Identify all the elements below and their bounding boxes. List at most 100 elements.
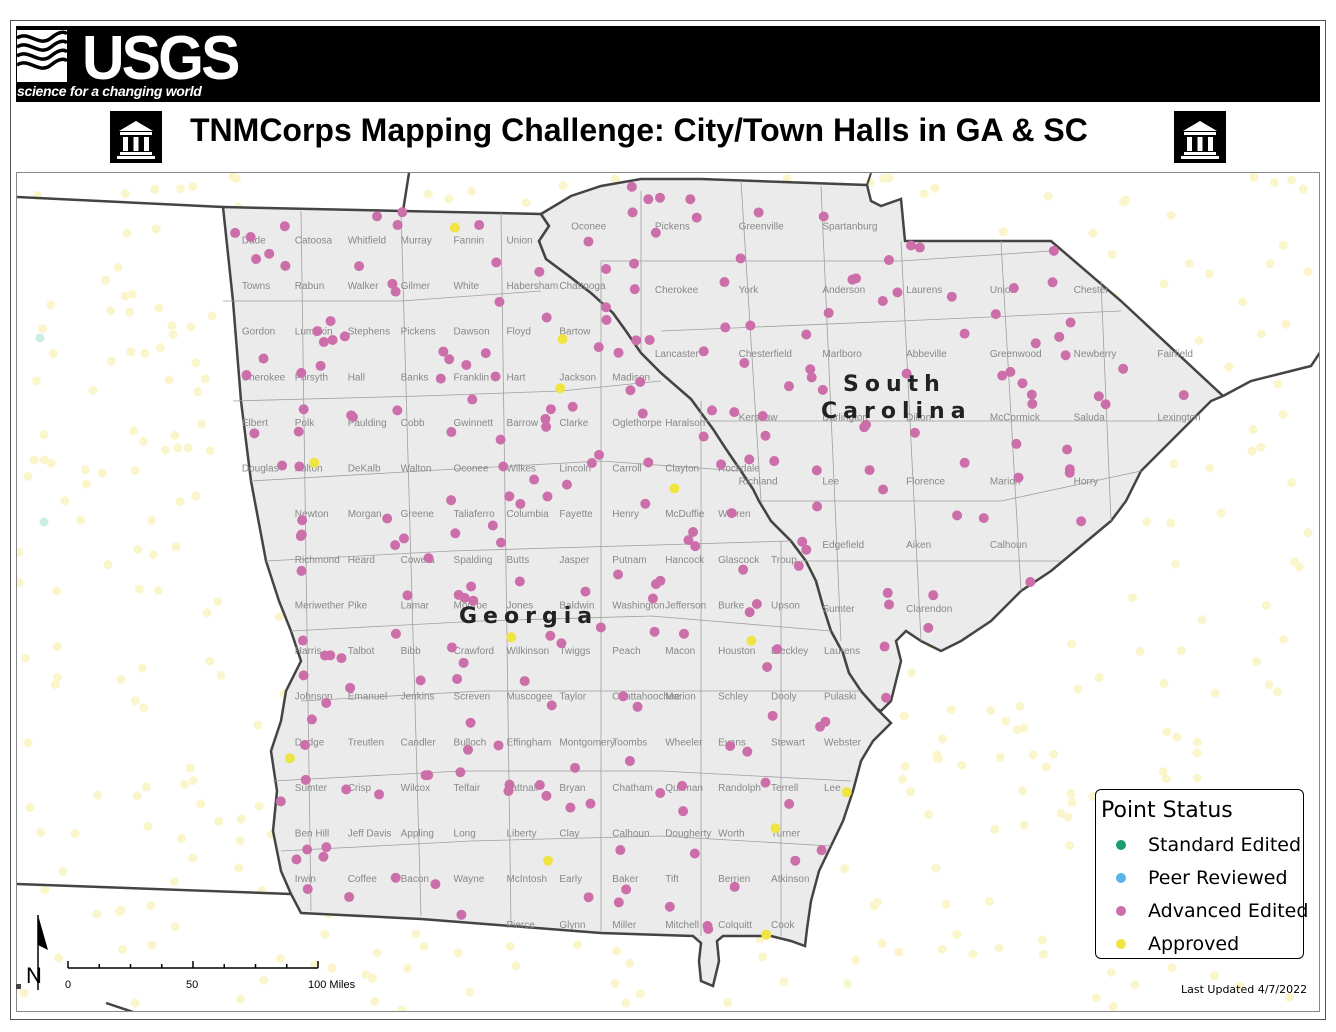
advanced-edited-point (415, 675, 426, 686)
faded-point (938, 734, 948, 744)
faded-point (1019, 820, 1029, 830)
advanced-edited-point (767, 710, 778, 721)
faded-point (397, 1005, 407, 1011)
faded-point (76, 515, 86, 525)
faded-point (120, 189, 130, 199)
advanced-edited-point (757, 410, 768, 421)
faded-point (100, 275, 110, 285)
faded-point (923, 810, 933, 820)
faded-point (467, 186, 477, 196)
advanced-edited-point (726, 508, 737, 519)
advanced-edited-point (1025, 577, 1036, 588)
faded-point (1012, 725, 1022, 735)
advanced-edited-point (529, 474, 540, 485)
advanced-edited-point (390, 872, 401, 883)
faded-point (1135, 647, 1145, 657)
advanced-edited-point (811, 465, 822, 476)
advanced-edited-point (541, 312, 552, 323)
advanced-edited-point (397, 207, 408, 218)
faded-point (183, 443, 193, 453)
advanced-edited-point (586, 458, 597, 469)
faded-point (370, 996, 380, 1006)
advanced-edited-point (594, 449, 605, 460)
advanced-edited-point (302, 884, 313, 895)
advanced-edited-point (455, 767, 466, 778)
faded-point (17, 547, 24, 557)
faded-point (932, 750, 942, 760)
approved-point (761, 929, 772, 940)
county-label: Schley (718, 692, 748, 703)
usgs-logo[interactable]: USGS science for a changing world (16, 28, 240, 100)
faded-point (1067, 797, 1077, 807)
county-label: Saluda (1074, 413, 1106, 424)
advanced-edited-point (390, 540, 401, 551)
advanced-edited-point (625, 385, 636, 396)
county-label: Terrell (771, 783, 798, 794)
advanced-edited-point (504, 491, 515, 502)
faded-point (1063, 812, 1073, 822)
faded-point (1287, 175, 1297, 185)
advanced-edited-point (877, 295, 888, 306)
advanced-edited-point (534, 780, 545, 791)
faded-point (213, 597, 223, 607)
advanced-edited-point (600, 302, 611, 313)
county-label: Calhoun (612, 829, 649, 840)
advanced-edited-point (565, 802, 576, 813)
advanced-edited-point (318, 336, 329, 347)
advanced-edited-point (1064, 467, 1075, 478)
advanced-edited-point (745, 320, 756, 331)
faded-point (990, 824, 1000, 834)
faded-point (919, 189, 929, 199)
faded-point (906, 787, 916, 797)
county-label: Sumter (295, 783, 328, 794)
county-label: Columbia (506, 509, 549, 520)
faded-point (191, 358, 201, 368)
county-label: Whitfield (348, 235, 386, 246)
advanced-edited-point (459, 592, 470, 603)
advanced-edited-point (760, 777, 771, 788)
faded-point (31, 376, 41, 386)
county-label: Emanuel (348, 692, 387, 703)
advanced-edited-point (382, 513, 393, 524)
usgs-wordmark: USGS (82, 24, 240, 93)
faded-point (1287, 478, 1297, 488)
advanced-edited-point (230, 227, 241, 238)
county-label: Putnam (612, 555, 646, 566)
faded-point (986, 706, 996, 716)
advanced-edited-point (474, 220, 485, 231)
advanced-edited-point (655, 788, 666, 799)
advanced-edited-point (296, 367, 307, 378)
advanced-edited-point (354, 261, 365, 272)
county-label: Greenville (739, 221, 784, 232)
advanced-edited-point (997, 370, 1008, 381)
county-label: Telfair (454, 783, 481, 794)
advanced-edited-point (613, 347, 624, 358)
advanced-edited-point (753, 207, 764, 218)
advanced-edited-point (336, 653, 347, 664)
faded-point (1094, 673, 1104, 683)
faded-standard-edited-point (35, 333, 45, 343)
advanced-edited-point (618, 691, 629, 702)
faded-point (1169, 459, 1179, 469)
advanced-edited-point (649, 626, 660, 637)
advanced-edited-point (946, 291, 957, 302)
advanced-edited-point (637, 408, 648, 419)
faded-point (572, 940, 582, 950)
county-label: Jasper (559, 555, 590, 566)
county-label: Towns (242, 281, 270, 292)
faded-point (113, 262, 123, 272)
advanced-edited-point (423, 553, 434, 564)
advanced-edited-point (458, 657, 469, 668)
advanced-edited-point (446, 495, 457, 506)
advanced-edited-point (629, 284, 640, 295)
county-label: Tift (665, 874, 679, 885)
county-label: Morgan (348, 509, 382, 520)
faded-point (143, 821, 153, 831)
faded-point (998, 227, 1008, 237)
county-label: Dawson (454, 327, 490, 338)
faded-point (1294, 562, 1304, 572)
faded-point (235, 836, 245, 846)
faded-point (202, 608, 212, 618)
county-label: Union (506, 235, 532, 246)
advanced-edited-point (719, 277, 730, 288)
